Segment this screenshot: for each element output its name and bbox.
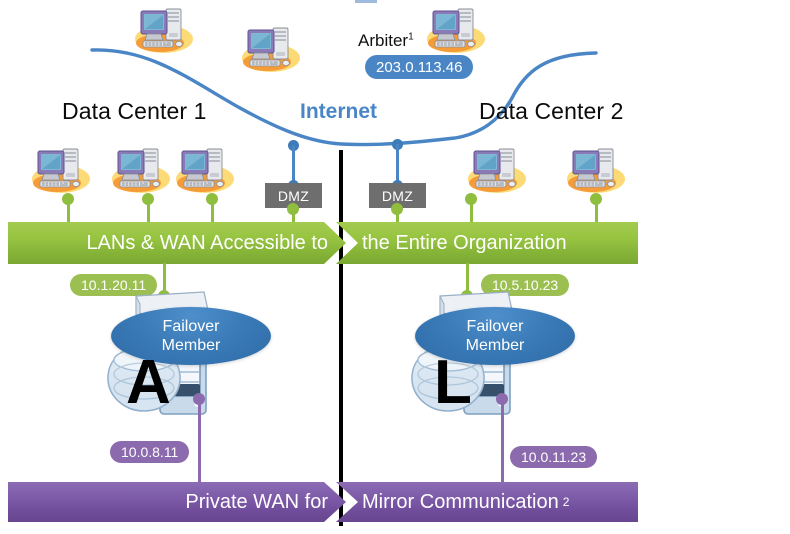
workstation-icon-dc2-1	[466, 143, 528, 195]
workstation-icon-top-2	[240, 22, 302, 74]
internet-label: Internet	[300, 100, 377, 124]
wan-banner-left-text: Private WAN for	[185, 490, 328, 513]
lan-banner-right-text: the Entire Organization	[362, 231, 567, 254]
data-center-1-title: Data Center 1	[62, 98, 207, 125]
failover-line1-dc1: Failover	[162, 318, 220, 335]
data-center-1-title-text: Data Center 1	[62, 98, 207, 124]
failover-member-letter-text-dc1: A	[126, 348, 171, 417]
wan-ip-text-dc2: 10.0.11.23	[521, 449, 587, 465]
data-center-2-title-text: Data Center 2	[479, 98, 624, 124]
wan-banner-footnote-marker: 2	[562, 495, 570, 509]
data-center-divider	[339, 150, 343, 526]
dmz-lan-node-left	[287, 203, 299, 215]
lan-banner-left-text: LANs & WAN Accessible to	[86, 231, 328, 254]
dmz-lan-node-right	[391, 203, 403, 215]
member-to-wan-line-dc1	[198, 399, 201, 482]
lan-banner-right-segment: the Entire Organization	[336, 222, 638, 264]
wan-banner-left-segment: Private WAN for	[8, 482, 346, 522]
failover-line2-dc2: Member	[465, 337, 525, 354]
wan-banner-right-text: Mirror Communication	[362, 490, 559, 513]
wan-ip-text-dc1: 10.0.8.11	[121, 444, 179, 460]
failover-member-letter-dc1: A	[126, 352, 171, 414]
data-center-2-title: Data Center 2	[479, 98, 624, 125]
workstation-icon-dc1-2	[110, 143, 172, 195]
failover-member-letter-dc2: L	[434, 352, 472, 414]
arbiter-workstation-icon	[425, 3, 487, 55]
arbiter-label-text: Arbiter	[358, 31, 409, 50]
dmz-label-left: DMZ	[277, 187, 310, 204]
arbiter-ip-text: 203.0.113.46	[376, 58, 463, 76]
workstation-icon-dc1-3	[174, 143, 236, 195]
failover-member-letter-text-dc2: L	[434, 348, 472, 417]
lan-wan-banner: LANs & WAN Accessible to the Entire Orga…	[0, 222, 790, 264]
private-wan-banner: Private WAN for Mirror Communication 2	[0, 482, 790, 522]
arbiter-footnote-marker: 1	[408, 31, 414, 43]
arbiter-ip-badge: 203.0.113.46	[365, 55, 474, 79]
lan-banner-left-segment: LANs & WAN Accessible to	[8, 222, 346, 264]
diagram-canvas: Arbiter1 203.0.113.46 Data Center 1 Data…	[0, 0, 790, 534]
cropped-element-sliver	[355, 0, 377, 3]
arbiter-label: Arbiter1	[358, 31, 414, 51]
failover-line1-dc2: Failover	[466, 318, 524, 335]
wan-ip-badge-dc2: 10.0.11.23	[510, 446, 598, 468]
workstation-icon-dc2-2	[565, 143, 627, 195]
workstation-icon-dc1-1	[30, 143, 92, 195]
internet-label-text: Internet	[300, 100, 378, 123]
workstation-icon-top-1	[133, 3, 195, 55]
wan-banner-right-segment: Mirror Communication 2	[336, 482, 638, 522]
wan-ip-badge-dc1: 10.0.8.11	[110, 441, 190, 463]
dmz-label-right: DMZ	[381, 187, 414, 204]
member-to-wan-line-dc2	[501, 399, 504, 482]
